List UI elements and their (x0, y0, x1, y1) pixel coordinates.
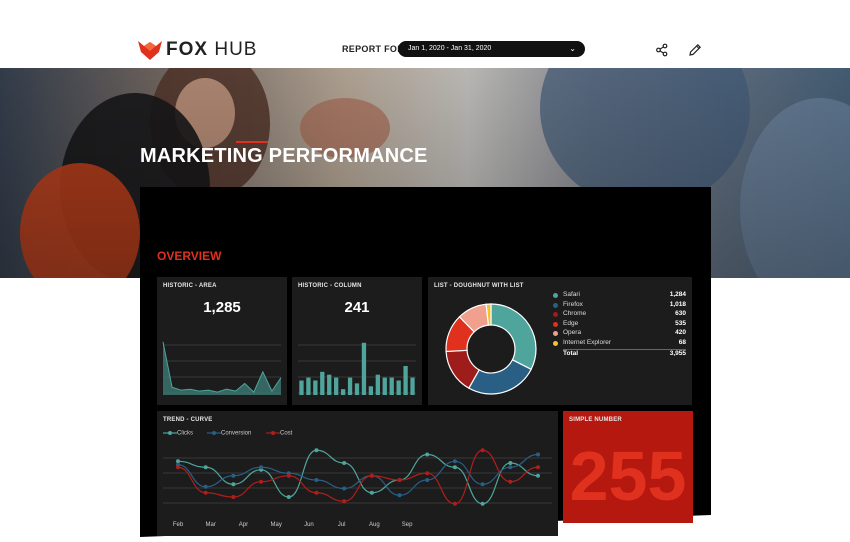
doughnut-slice (490, 303, 537, 371)
browser-list-item: Safari 1,284 (553, 291, 686, 300)
legend-dot (553, 312, 558, 318)
doughnut-chart (445, 303, 537, 395)
browser-list-item: Edge 535 (553, 320, 686, 329)
browser-list-item: Chrome 630 (553, 310, 686, 319)
column-bar (403, 366, 408, 395)
column-chart (298, 342, 416, 395)
foxhub-logo[interactable]: FOX HUB (138, 37, 257, 63)
legend-dot (553, 293, 558, 298)
x-axis-tick-label: Sep (401, 522, 413, 528)
browser-value: 1,018 (669, 300, 686, 308)
x-axis-tick-label: Mar (205, 522, 216, 528)
total-label: Total (563, 350, 579, 357)
simple-number-card[interactable]: SIMPLE NUMBER 255 (563, 411, 693, 523)
browser-name: Firefox (563, 300, 583, 308)
share-icon[interactable] (655, 43, 669, 57)
date-range-value: Jan 1, 2020 - Jan 31, 2020 (408, 45, 492, 52)
x-axis-tick-label: May (270, 522, 282, 528)
browser-name: Edge (563, 319, 579, 327)
total-value: 3,955 (669, 350, 686, 357)
x-axis-tick-label: Apr (238, 522, 249, 528)
area-fill (163, 341, 281, 395)
x-axis-tick-label: Aug (369, 522, 380, 528)
browser-list-item: Opera 420 (553, 329, 686, 338)
top-bar: FOX HUB REPORT FOR Jan 1, 2020 - Jan 31,… (0, 0, 850, 68)
column-bar (334, 377, 339, 395)
browser-name: Internet Explorer (563, 339, 612, 346)
column-bar (306, 377, 311, 395)
column-bar (382, 377, 387, 395)
date-range-select[interactable]: Jan 1, 2020 - Jan 31, 2020 ⌄ (398, 41, 585, 57)
column-bar (354, 383, 360, 395)
browser-name: Safari (563, 291, 580, 298)
browser-name: Chrome (563, 310, 587, 318)
browser-value: 630 (675, 310, 686, 318)
column-bar (340, 389, 346, 395)
column-bar (299, 380, 304, 395)
trend-curve-card[interactable]: TREND - CURVE Clicks Conversion Cost Feb Ma… (157, 411, 558, 536)
doughnut-slice (467, 359, 532, 395)
historic-column-card[interactable]: HISTORIC - COLUMN 241 (292, 277, 422, 405)
card-title: SIMPLE NUMBER (569, 417, 622, 423)
browser-value: 1,284 (669, 291, 686, 298)
overview-heading: OVERVIEW (157, 249, 222, 263)
column-bar (410, 377, 415, 395)
legend-dot (553, 321, 558, 327)
column-bar (327, 374, 332, 395)
legend-dot (553, 331, 558, 337)
report-for-label: REPORT FOR (342, 44, 405, 54)
card-title: LIST - DOUGHNUT WITH LIST (434, 283, 524, 289)
column-bar (368, 386, 374, 395)
area-chart (162, 341, 282, 395)
simple-number-value: 255 (569, 437, 687, 515)
title-accent-line (236, 141, 268, 143)
column-bar (375, 374, 380, 395)
browser-list-item: Internet Explorer 68 (553, 339, 686, 348)
column-bar (313, 380, 318, 395)
fox-logo-icon (138, 41, 162, 60)
doughnut-list-card[interactable]: LIST - DOUGHNUT WITH LIST Safari 1,284 Fir… (428, 277, 692, 405)
chevron-down-icon: ⌄ (569, 44, 576, 53)
x-axis-tick-label: Feb (172, 522, 184, 528)
browser-name: Opera (563, 329, 582, 337)
x-axis-tick-label: Jul (337, 522, 346, 528)
historic-area-card[interactable]: HISTORIC - AREA 1,285 (157, 277, 287, 405)
column-bar (347, 377, 353, 395)
trend-x-axis: Feb Mar Apr May Jun Jul Aug Sep (157, 411, 558, 536)
column-bar (389, 377, 394, 395)
page-title: MARKETING PERFORMANCE (140, 145, 428, 167)
browser-value: 535 (675, 319, 686, 327)
brand-name: FOX HUB (166, 39, 258, 60)
browser-value: 68 (678, 339, 686, 346)
x-axis-tick-label: Jun (304, 522, 314, 528)
pencil-icon[interactable] (688, 43, 702, 57)
column-bar (396, 380, 401, 395)
browser-value: 420 (675, 329, 686, 337)
column-bar (320, 371, 325, 395)
browser-list: Safari 1,284 Firefox 1,018 Chrome 630 Edge 535 O… (553, 291, 686, 376)
browser-list-item: Firefox 1,018 (553, 301, 686, 310)
total-row: Total 3,955 (553, 350, 686, 359)
column-bar (361, 342, 367, 395)
legend-dot (553, 341, 558, 346)
legend-dot (553, 302, 558, 308)
